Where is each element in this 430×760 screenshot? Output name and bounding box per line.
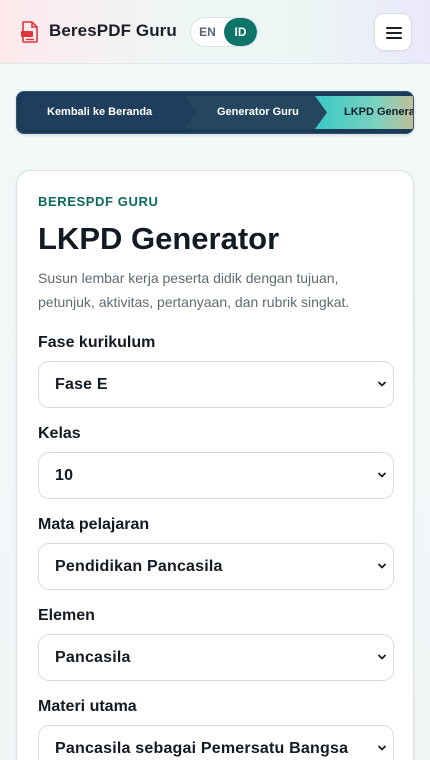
section-eyebrow: BERESPDF GURU <box>38 194 159 209</box>
subject-select[interactable]: Pendidikan Pancasila <box>38 543 394 590</box>
breadcrumb-home-link[interactable]: Kembali ke Beranda <box>21 96 197 129</box>
form-card: BERESPDF GURU LKPD Generator Susun lemba… <box>16 170 414 760</box>
chevron-down-icon <box>378 654 386 660</box>
top-bar: BeresPDF Guru EN ID <box>0 0 430 64</box>
subject-select-value: Pendidikan Pancasila <box>55 558 223 575</box>
chevron-down-icon <box>378 472 386 478</box>
chevron-down-icon <box>378 563 386 569</box>
class-label: Kelas <box>38 425 81 442</box>
phase-label: Fase kurikulum <box>38 334 156 351</box>
phase-select-value: Fase E <box>55 376 108 393</box>
chevron-down-icon <box>378 745 386 751</box>
chevron-down-icon <box>378 381 386 387</box>
pdf-document-icon[interactable] <box>20 21 40 43</box>
brand-name[interactable]: BeresPDF Guru <box>49 21 177 41</box>
material-select-value: Pancasila sebagai Pemersatu Bangsa <box>55 740 349 757</box>
breadcrumb-current: LKPD Generator <box>315 96 413 129</box>
element-label: Elemen <box>38 607 95 624</box>
page-description: Susun lembar kerja peserta didik dengan … <box>38 270 350 310</box>
class-select-value: 10 <box>55 467 74 484</box>
material-label: Materi utama <box>38 698 137 715</box>
breadcrumb-generator-link[interactable]: Generator Guru <box>185 96 327 129</box>
element-select[interactable]: Pancasila <box>38 634 394 681</box>
breadcrumb: Kembali ke Beranda Generator Guru LKPD G… <box>16 91 414 134</box>
material-select[interactable]: Pancasila sebagai Pemersatu Bangsa <box>38 725 394 760</box>
menu-button[interactable] <box>374 13 412 51</box>
subject-label: Mata pelajaran <box>38 516 150 533</box>
lang-en-button[interactable]: EN <box>191 18 224 46</box>
language-switcher: EN ID <box>190 17 258 47</box>
class-select[interactable]: 10 <box>38 452 394 499</box>
hamburger-menu-icon <box>386 27 402 29</box>
lang-id-button[interactable]: ID <box>224 18 257 46</box>
element-select-value: Pancasila <box>55 649 131 666</box>
phase-select[interactable]: Fase E <box>38 361 394 408</box>
page-title: LKPD Generator <box>38 221 280 256</box>
